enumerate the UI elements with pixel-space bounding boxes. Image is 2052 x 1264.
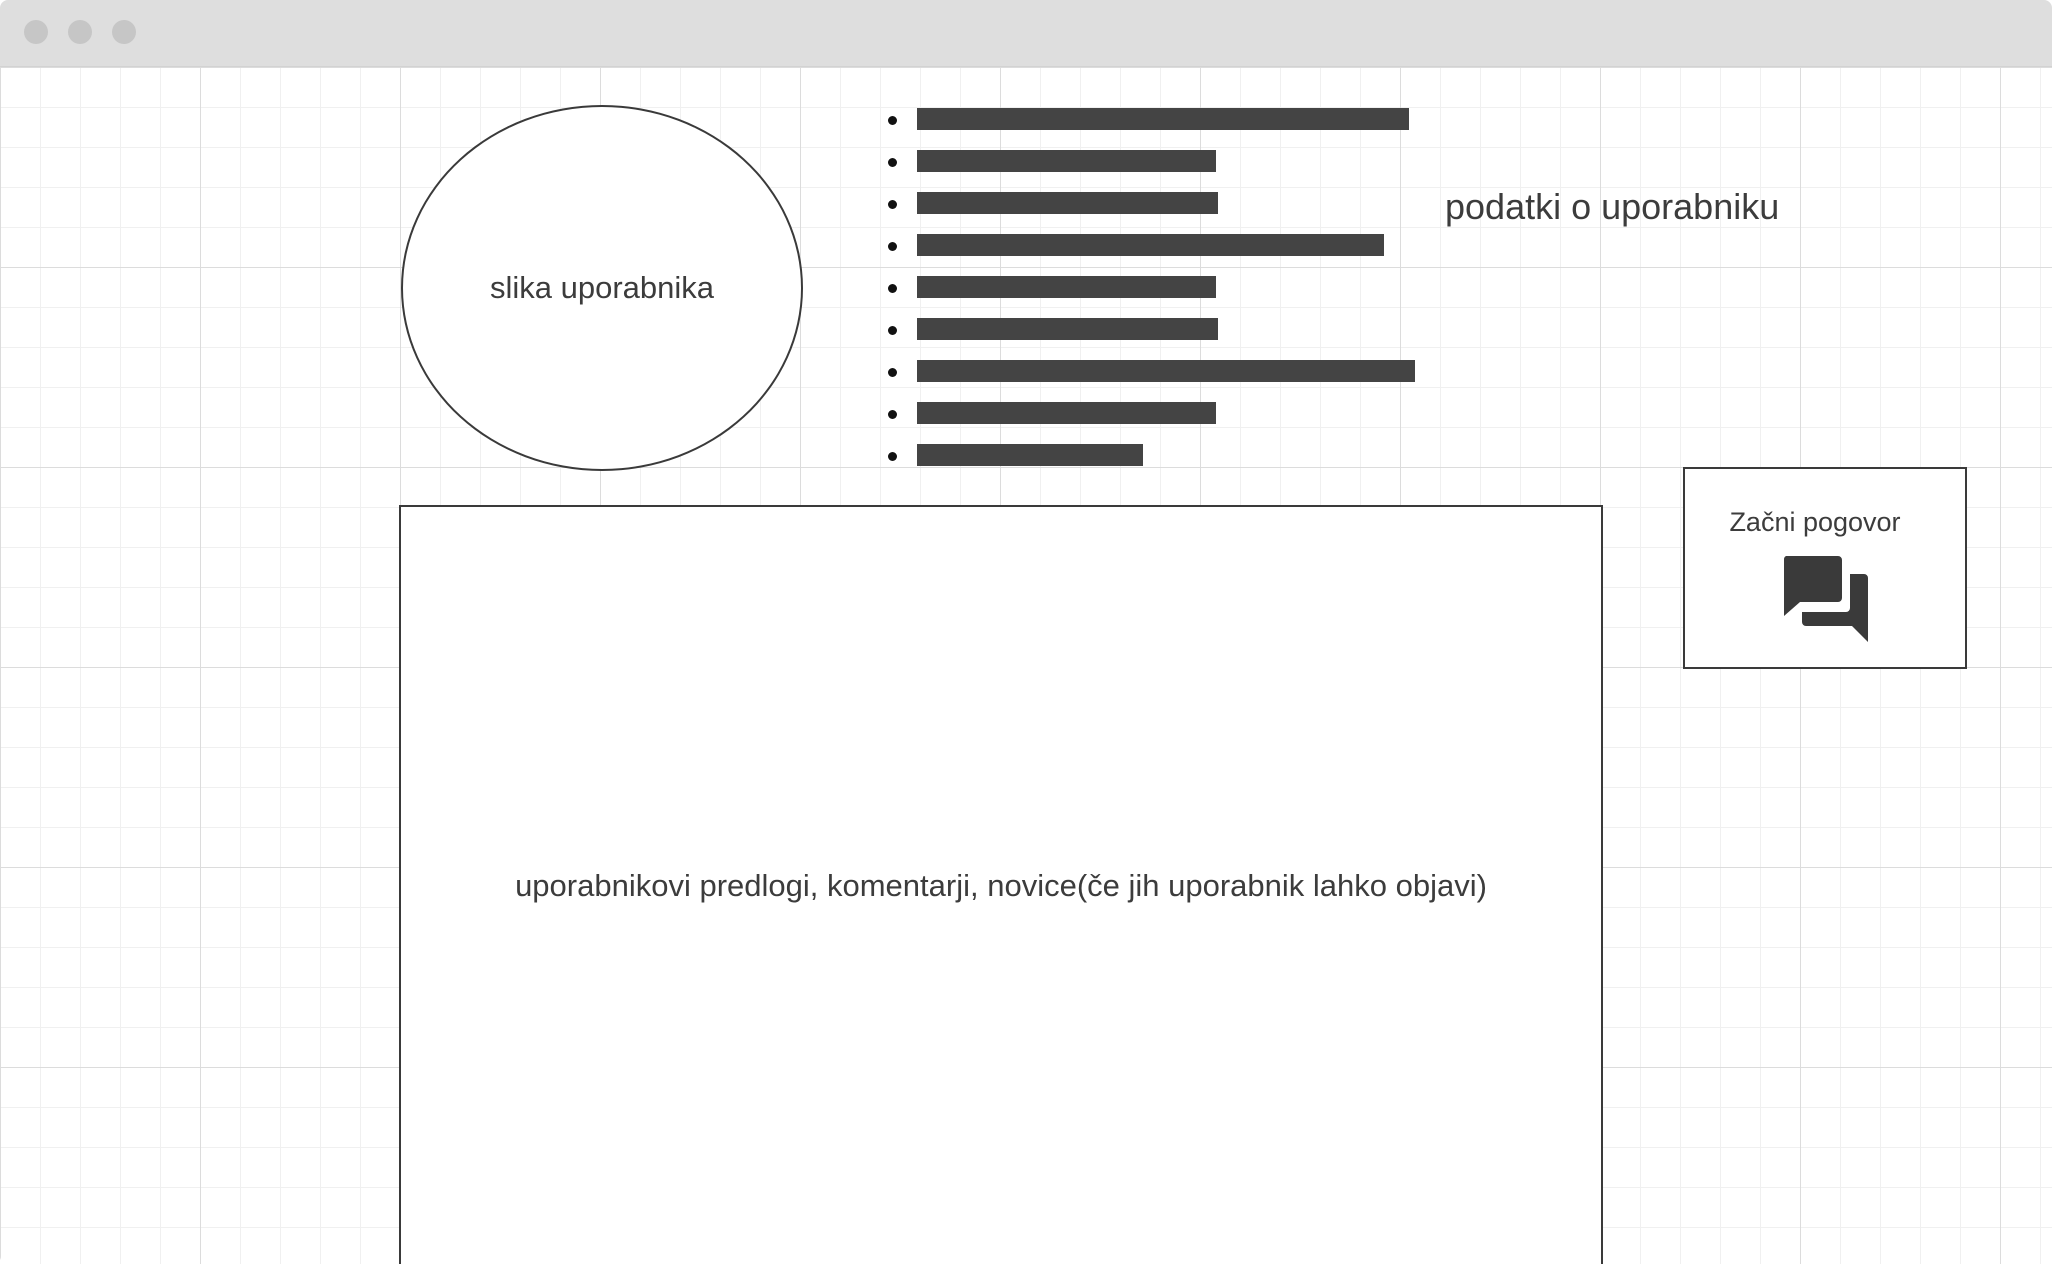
avatar-label: slika uporabnika (489, 270, 715, 305)
posts-panel-label: uporabnikovi predlogi, komentarji, novic… (515, 868, 1487, 903)
placeholder-text-bar (917, 360, 1415, 382)
placeholder-text-bar (917, 150, 1216, 172)
placeholder-text-bar (917, 444, 1143, 466)
bullet-icon (888, 452, 897, 461)
placeholder-text-bar (917, 318, 1218, 340)
browser-window: slika uporabnika podatki o uporabniku up… (0, 0, 2052, 1264)
title-bar (0, 0, 2052, 67)
start-chat-button[interactable]: Začni pogovor (1683, 467, 1967, 669)
user-posts-panel: uporabnikovi predlogi, komentarji, novic… (399, 505, 1603, 1264)
minimize-window-dot[interactable] (68, 20, 92, 44)
start-chat-label: Začni pogovor (1729, 507, 1901, 537)
bullet-icon (888, 242, 897, 251)
placeholder-text-bar (917, 192, 1218, 214)
placeholder-text-bar (917, 276, 1216, 298)
bullet-icon (888, 158, 897, 167)
user-info-label: podatki o uporabniku (1445, 186, 1780, 227)
bullet-icon (888, 284, 897, 293)
placeholder-text-bar (917, 234, 1384, 256)
placeholder-text-bar (917, 108, 1409, 130)
bullet-icon (888, 368, 897, 377)
zoom-window-dot[interactable] (112, 20, 136, 44)
close-window-dot[interactable] (24, 20, 48, 44)
bullet-icon (888, 410, 897, 419)
user-avatar-placeholder: slika uporabnika (401, 105, 803, 471)
chat-bubbles-icon (1783, 556, 1868, 642)
bullet-icon (888, 116, 897, 125)
bullet-icon (888, 326, 897, 335)
placeholder-text-bar (917, 402, 1216, 424)
bullet-icon (888, 200, 897, 209)
